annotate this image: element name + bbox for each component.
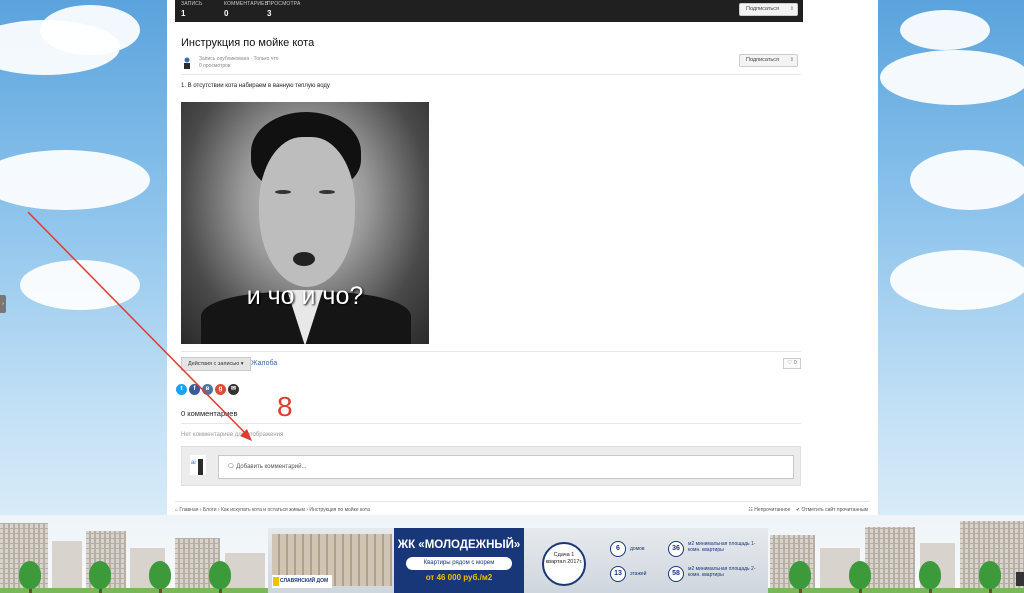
like-count: 0	[793, 360, 797, 366]
cloud	[20, 260, 140, 310]
ad-price: от 46 000 руб./м2	[425, 573, 493, 582]
ad-stat-text: м2 минимальная площадь 1-комн. квартиры	[688, 541, 756, 553]
ad-banner[interactable]: СЛАВЯНСКИЙ ДОМ ЖК «МОЛОДЕЖНЫЙ» Квартиры …	[268, 528, 768, 593]
twitter-icon[interactable]: t	[176, 384, 187, 395]
main-content: ЗАПИСЬ 1 КОММЕНТАРИЕВ 0 ПРОСМОТРА 3 Подп…	[167, 0, 878, 522]
divider	[181, 423, 801, 424]
breadcrumb: ⌂ Главная › Блоги › Как искупать кота и …	[175, 507, 370, 513]
ad-stat-text: этажей	[630, 571, 647, 577]
svg-text:ai: ai	[191, 460, 196, 466]
photo-mouth	[293, 252, 315, 266]
chevron-updown-icon: ⇕	[789, 6, 794, 12]
tree	[919, 561, 941, 589]
subscribe-label: Подписаться	[746, 57, 779, 63]
blog-subscribe-button[interactable]: Подписаться ⇕	[739, 3, 798, 16]
blog-stats-bar: ЗАПИСЬ 1 КОММЕНТАРИЕВ 0 ПРОСМОТРА 3 Подп…	[175, 0, 803, 22]
breadcrumb-actions: ☷ Непрочитанное ✔ Отметить сайт прочитан…	[748, 507, 868, 513]
stat-label: ЗАПИСЬ	[181, 1, 203, 7]
ad-brand-logo: СЛАВЯНСКИЙ ДОМ	[272, 575, 332, 588]
ad-stat-text: м2 минимальная площадь 2-комн. квартиры	[688, 566, 756, 578]
building	[52, 541, 82, 593]
post-title: Инструкция по мойке кота	[181, 37, 315, 49]
add-comment-placeholder: Добавить комментарий...	[236, 464, 307, 470]
mark-read-link[interactable]: Отметить сайт прочитанным	[802, 507, 868, 513]
stat-label: КОММЕНТАРИЕВ	[224, 1, 269, 7]
corner-toggle[interactable]	[1016, 572, 1024, 586]
stat-value: 3	[267, 9, 272, 18]
post-meta-published: Запись опубликована · Только что	[199, 56, 279, 62]
building	[225, 553, 265, 593]
building	[865, 527, 915, 593]
post-actions-button[interactable]: Действия с записью ▾	[181, 357, 251, 371]
ad-stat-text: домов	[630, 546, 645, 552]
side-panel-toggle[interactable]: ›	[0, 295, 6, 313]
ad-delivery-badge: Сдача 1 квартал 2017г.	[542, 542, 586, 586]
tree	[149, 561, 171, 589]
home-icon: ⌂	[175, 507, 179, 513]
ad-stat-number: 13	[610, 566, 626, 582]
breadcrumb-item[interactable]: Как искупать кота и остаться живым	[221, 507, 305, 513]
tree	[89, 561, 111, 589]
stat-value: 0	[224, 9, 229, 18]
divider	[175, 501, 870, 502]
ad-title: ЖК «МОЛОДЕЖНЫЙ»	[394, 537, 524, 553]
chevron-updown-icon: ⇕	[789, 57, 794, 63]
post-subscribe-button[interactable]: Подписаться ⇕	[739, 54, 798, 67]
stat-label: ПРОСМОТРА	[267, 1, 301, 7]
user-avatar[interactable]: ai	[190, 455, 206, 475]
unread-icon: ☷	[748, 507, 753, 513]
add-comment-input[interactable]: 🗨︎ Добавить комментарий...	[218, 455, 794, 479]
photo-eye	[275, 190, 291, 194]
brand-mark-icon	[273, 577, 279, 586]
cloud	[910, 150, 1024, 210]
cloud	[0, 150, 150, 210]
cloud	[880, 50, 1024, 105]
breadcrumb-item[interactable]: Главная	[179, 507, 198, 513]
heart-icon: ♡	[787, 360, 793, 366]
breadcrumb-item[interactable]: Блоги	[203, 507, 217, 513]
annotation-number: 8	[277, 391, 293, 422]
googleplus-icon[interactable]: g	[215, 384, 226, 395]
cloud	[890, 250, 1024, 310]
report-link[interactable]: Жалоба	[251, 360, 277, 367]
stat-entries: ЗАПИСЬ 1	[181, 1, 203, 18]
cloud	[900, 10, 990, 50]
photo-eye	[319, 190, 335, 194]
tree	[979, 561, 1001, 589]
email-icon[interactable]: ✉	[228, 384, 239, 395]
ad-brand-text: СЛАВЯНСКИЙ ДОМ	[280, 578, 329, 584]
stat-comments: КОММЕНТАРИЕВ 0	[224, 1, 268, 18]
facebook-icon[interactable]: f	[189, 384, 200, 395]
author-avatar[interactable]	[181, 56, 192, 69]
ad-stat-number: 58	[668, 566, 684, 582]
tree	[789, 561, 811, 589]
vk-icon[interactable]: в	[202, 384, 213, 395]
no-comments-label: Нет комментариев для отображения	[181, 432, 284, 438]
divider	[181, 351, 801, 352]
image-caption-text: и чо и чо?	[246, 282, 364, 310]
tree	[849, 561, 871, 589]
reply-area: ai 🗨︎ Добавить комментарий...	[181, 446, 801, 486]
ad-stat-number: 6	[610, 541, 626, 557]
subscribe-label: Подписаться	[746, 6, 779, 12]
breadcrumb-item: Инструкция по мойке кота	[309, 507, 370, 513]
post-meta: Запись опубликована · Только что 0 просм…	[199, 56, 278, 70]
check-icon: ✔	[795, 507, 801, 513]
ad-tagline: Квартиры рядом с морем	[406, 557, 512, 570]
tree	[19, 561, 41, 589]
cloud	[40, 5, 140, 55]
divider	[181, 74, 801, 75]
tree	[209, 561, 231, 589]
post-paragraph: 1. В отсутствии кота набираем в ванную т…	[181, 83, 330, 89]
stat-views: ПРОСМОТРА 3	[267, 1, 301, 18]
unread-link[interactable]: Непрочитанное	[754, 507, 790, 513]
post-image[interactable]: и чо и чо?	[181, 102, 429, 344]
comment-bubble-icon: 🗨︎	[227, 464, 235, 470]
comments-count: 0 комментариев	[181, 409, 238, 418]
post-meta-views: 0 просмотров	[199, 63, 231, 69]
stat-value: 1	[181, 9, 186, 18]
like-button[interactable]: ♡ 0	[783, 358, 801, 369]
ad-stat-number: 36	[668, 541, 684, 557]
